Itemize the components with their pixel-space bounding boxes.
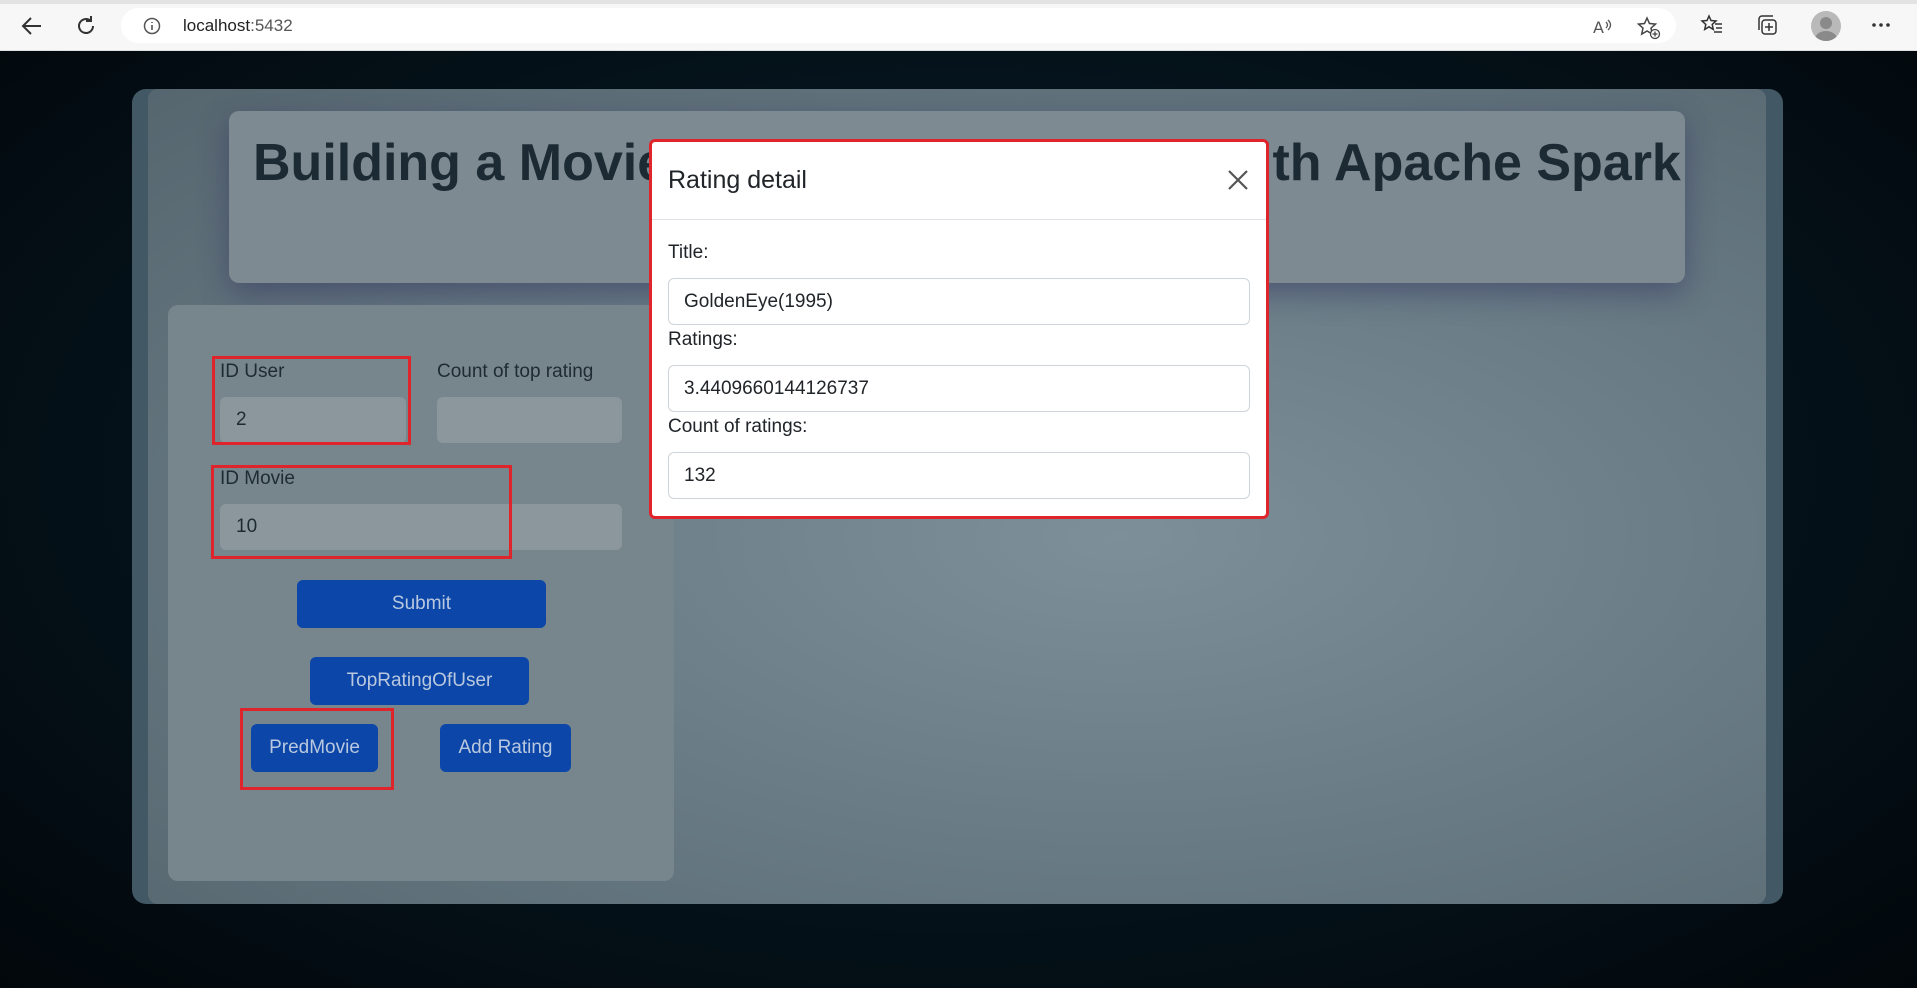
svg-text:A: A xyxy=(1593,18,1604,37)
title-field-input[interactable]: GoldenEye(1995) xyxy=(668,278,1250,325)
profile-avatar[interactable] xyxy=(1811,11,1841,41)
read-aloud-icon[interactable]: A xyxy=(1592,16,1614,38)
page-title-left: Building a Movie xyxy=(253,134,667,192)
count-top-rating-input[interactable] xyxy=(437,397,622,443)
add-rating-button[interactable]: Add Rating xyxy=(440,724,571,772)
ratings-field-input[interactable]: 3.4409660144126737 xyxy=(668,365,1250,412)
count-top-rating-label: Count of top rating xyxy=(437,361,594,382)
refresh-icon[interactable] xyxy=(70,10,102,42)
pred-movie-button[interactable]: PredMovie xyxy=(251,724,378,772)
id-user-label: ID User xyxy=(220,361,285,382)
title-field-label: Title: xyxy=(668,242,709,263)
id-user-input[interactable]: 2 xyxy=(220,397,406,443)
submit-button[interactable]: Submit xyxy=(297,580,546,628)
tab-strip-edge xyxy=(0,0,1917,4)
url-host: localhost xyxy=(183,16,251,35)
page-background: Building a Movie ith Apache Spark ID Use… xyxy=(0,51,1917,988)
modal-title: Rating detail xyxy=(668,166,807,194)
close-icon[interactable] xyxy=(1224,166,1252,194)
favorites-icon[interactable] xyxy=(1698,11,1726,39)
count-of-ratings-label: Count of ratings: xyxy=(668,416,808,437)
id-movie-label: ID Movie xyxy=(220,468,295,489)
collections-icon[interactable] xyxy=(1753,11,1781,39)
back-icon[interactable] xyxy=(16,10,48,42)
count-of-ratings-input[interactable]: 132 xyxy=(668,452,1250,499)
more-options-icon[interactable] xyxy=(1867,11,1895,39)
modal-header: Rating detail xyxy=(652,142,1266,220)
rating-detail-modal: Rating detail Title: GoldenEye(1995) Rat… xyxy=(649,139,1269,519)
url-port: :5432 xyxy=(250,16,293,35)
address-bar[interactable]: localhost:5432 A xyxy=(121,8,1676,43)
page-title-right: ith Apache Spark xyxy=(1258,134,1681,192)
id-movie-input[interactable]: 10 xyxy=(220,504,622,550)
url-text: localhost:5432 xyxy=(183,16,293,36)
browser-toolbar: localhost:5432 A xyxy=(0,0,1917,51)
add-favorite-icon[interactable] xyxy=(1636,16,1661,40)
ratings-field-label: Ratings: xyxy=(668,329,738,350)
top-rating-of-user-button[interactable]: TopRatingOfUser xyxy=(310,657,529,705)
site-info-icon[interactable] xyxy=(143,17,161,35)
